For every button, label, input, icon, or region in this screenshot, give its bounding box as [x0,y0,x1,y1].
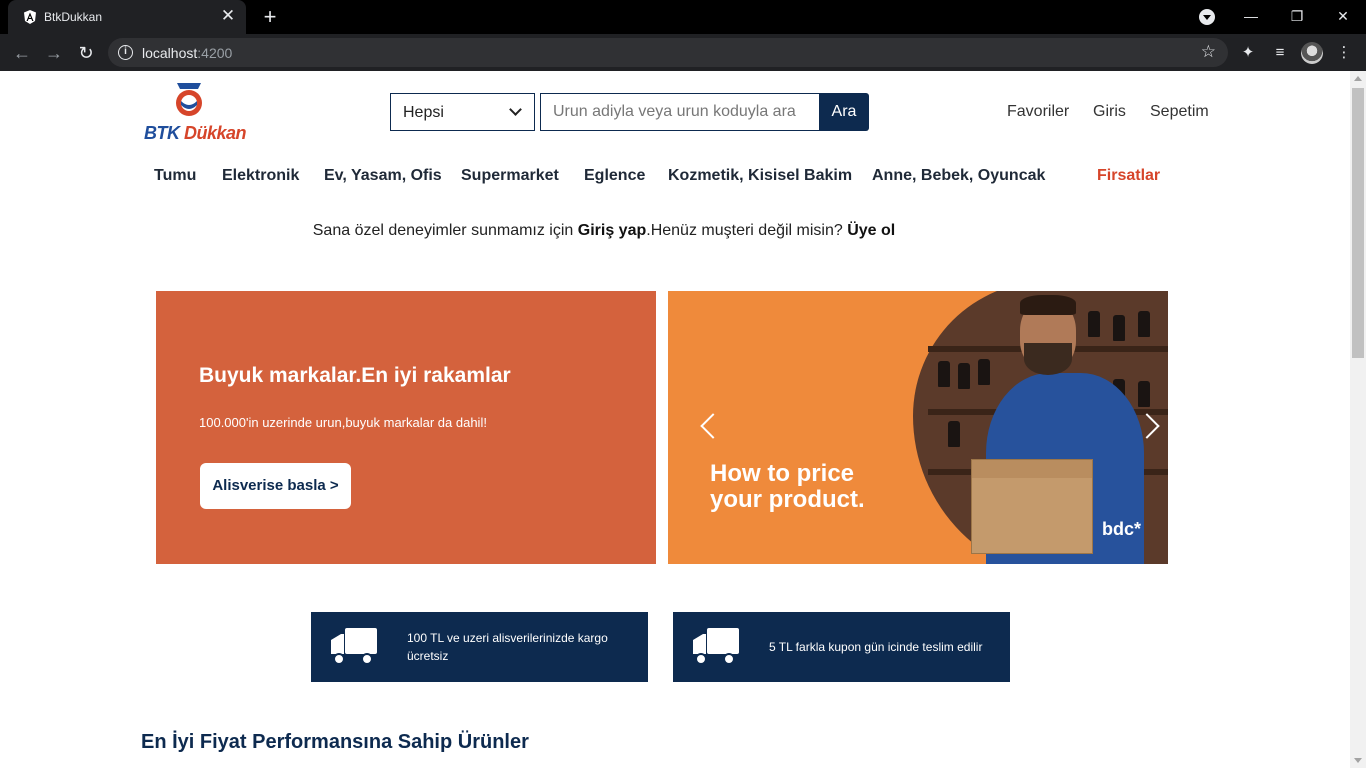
chevron-down-icon [509,103,522,116]
cart-link[interactable]: Sepetim [1150,103,1209,121]
nav-item-tumu[interactable]: Tumu [154,167,196,185]
logo-icon [176,83,202,116]
restore-icon[interactable]: ❐ [1274,0,1320,34]
profile-avatar[interactable] [1301,42,1323,64]
login-banner: Sana özel deneyimler sunmamız için Giriş… [312,222,896,239]
info-card-text: 5 TL farkla kupon gün icinde teslim edil… [769,640,983,654]
new-tab-icon[interactable]: + [258,5,282,29]
info-icon[interactable]: i [118,45,133,60]
nav-item-kozmetik[interactable]: Kozmetik, Kisisel Bakim [668,167,852,185]
promo-heading: Buyuk markalar.En iyi rakamlar [199,364,511,387]
start-shopping-button[interactable]: Alisverise basla > [200,463,351,509]
site-logo[interactable]: BTK Dükkan [144,81,247,147]
window-close-icon[interactable]: ✕ [1320,0,1366,34]
search-input[interactable] [540,93,820,131]
truck-icon [331,628,377,665]
carousel-caption: How to price your product. [710,460,865,513]
search-button[interactable]: Ara [819,93,869,131]
menu-icon[interactable]: ⋮ [1333,42,1355,64]
browser-tab[interactable]: BtkDukkan ✕ [8,0,246,34]
login-link[interactable]: Giris [1093,103,1126,121]
nav-item-elektronik[interactable]: Elektronik [222,167,299,185]
nav-item-firsatlar[interactable]: Firsatlar [1097,167,1160,185]
cardboard-box [971,459,1093,554]
nav-item-anne-bebek[interactable]: Anne, Bebek, Oyuncak [872,167,1045,185]
minimize-icon[interactable]: — [1228,0,1274,34]
tab-search-icon[interactable] [1199,9,1215,25]
nav-item-ev-yasam-ofis[interactable]: Ev, Yasam, Ofis [324,167,442,185]
image-carousel: How to price your product. bdc* [668,291,1168,564]
carousel-prev-icon[interactable] [700,413,726,439]
signup-link[interactable]: Üye ol [847,222,895,239]
back-icon[interactable]: ← [8,39,36,67]
browser-tab-bar: BtkDukkan ✕ + — ❐ ✕ [0,0,1366,34]
tab-title: BtkDukkan [44,10,103,24]
section-title: En İyi Fiyat Performansına Sahip Ürünler [141,731,529,753]
close-tab-icon[interactable]: ✕ [218,6,238,26]
media-control-icon[interactable]: ≡ [1269,42,1291,64]
promo-banner: Buyuk markalar.En iyi rakamlar 100.000'i… [156,291,656,564]
promo-subtext: 100.000'in uzerinde urun,buyuk markalar … [199,415,487,430]
bookmark-star-icon[interactable]: ☆ [1201,42,1216,62]
nav-item-eglence[interactable]: Eglence [584,167,645,185]
logo-text: BTK Dükkan [144,123,247,143]
info-card-coupon-delivery: 5 TL farkla kupon gün icinde teslim edil… [673,612,1010,682]
category-select[interactable]: Hepsi [390,93,535,131]
scroll-thumb[interactable] [1352,88,1364,358]
angular-icon [24,10,36,24]
page-scrollbar[interactable] [1350,71,1366,768]
forward-icon[interactable]: → [40,39,68,67]
nav-item-supermarket[interactable]: Supermarket [461,167,559,185]
reload-icon[interactable]: ↻ [72,39,100,67]
address-bar[interactable]: i localhost:4200 ☆ [108,38,1228,67]
scroll-up-icon[interactable] [1354,76,1362,81]
page: BTK Dükkan Hepsi Ara Favoriler Giris Sep… [0,71,1350,768]
bdc-logo: bdc* [1102,519,1142,539]
browser-toolbar: ← → ↻ i localhost:4200 ☆ ✦ ≡ ⋮ [0,34,1366,71]
scroll-down-icon[interactable] [1354,758,1362,763]
info-card-text: 100 TL ve uzeri alisverilerinizde kargo … [407,631,608,663]
login-link-bold[interactable]: Giriş yap [578,222,646,239]
favorites-link[interactable]: Favoriler [1007,103,1069,121]
url-text: localhost:4200 [142,45,233,61]
truck-icon [693,628,739,665]
info-card-free-shipping: 100 TL ve uzeri alisverilerinizde kargo … [311,612,648,682]
extensions-icon[interactable]: ✦ [1237,42,1259,64]
